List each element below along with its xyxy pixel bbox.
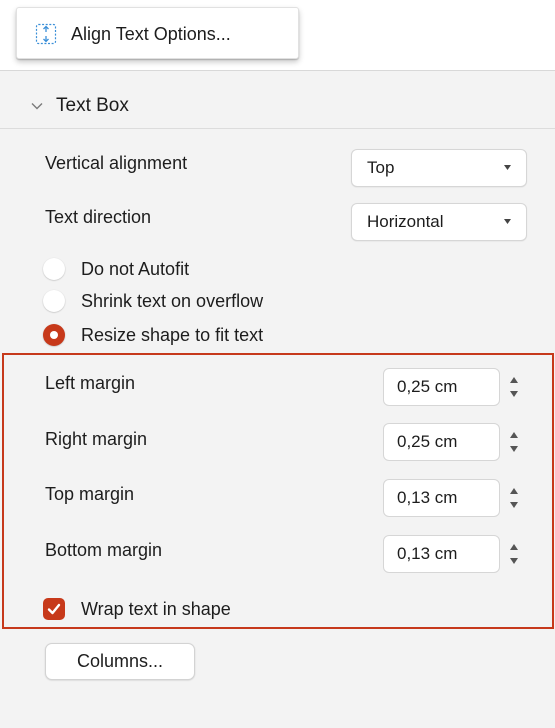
bottom-margin-value: 0,13 cm — [397, 544, 458, 563]
bottom-margin-label: Bottom margin — [45, 540, 163, 560]
radio-do-not-autofit[interactable]: Do not Autofit — [43, 255, 189, 283]
right-margin-stepper-icon[interactable] — [503, 423, 525, 461]
align-text-options-label: Align Text Options... — [71, 23, 231, 44]
checkmark-icon — [47, 603, 61, 615]
left-margin-value: 0,25 cm — [397, 377, 458, 396]
left-margin-label: Left margin — [45, 373, 136, 393]
section-title: Text Box — [56, 95, 129, 116]
left-margin-stepper-icon[interactable] — [503, 368, 525, 406]
right-margin-value: 0,25 cm — [397, 432, 458, 451]
radio-label: Resize shape to fit text — [81, 324, 264, 345]
text-direction-select[interactable]: Horizontal — [351, 203, 527, 241]
align-text-icon — [35, 23, 57, 45]
radio-resize-shape-to-fit-text[interactable]: Resize shape to fit text — [43, 321, 263, 349]
bottom-margin-stepper-icon[interactable] — [503, 535, 525, 573]
top-margin-stepper-icon[interactable] — [503, 479, 525, 517]
columns-button[interactable]: Columns... — [45, 643, 195, 680]
radio-label: Shrink text on overflow — [81, 290, 264, 311]
radio-shrink-text-on-overflow[interactable]: Shrink text on overflow — [43, 287, 263, 315]
right-margin-label: Right margin — [45, 429, 148, 449]
align-text-popup: Align Text Options... — [16, 7, 299, 59]
top-margin-label: Top margin — [45, 484, 135, 504]
dropdown-arrow-icon — [504, 219, 511, 224]
text-direction-value: Horizontal — [367, 212, 444, 231]
vertical-alignment-select[interactable]: Top — [351, 149, 527, 187]
wrap-text-label: Wrap text in shape — [81, 598, 231, 619]
format-shape-pane: Text Box Vertical alignment Top Text dir… — [0, 70, 555, 728]
vertical-alignment-label: Vertical alignment — [45, 153, 188, 173]
radio-button-selected[interactable] — [43, 324, 65, 346]
top-margin-value: 0,13 cm — [397, 488, 458, 507]
radio-button[interactable] — [43, 290, 65, 312]
left-margin-input[interactable]: 0,25 cm — [383, 368, 500, 406]
checkbox-checked[interactable] — [43, 598, 65, 620]
chevron-down-icon — [31, 103, 43, 110]
right-margin-input[interactable]: 0,25 cm — [383, 423, 500, 461]
bottom-margin-input[interactable]: 0,13 cm — [383, 535, 500, 573]
text-direction-label: Text direction — [45, 207, 152, 227]
align-text-options-menu-item[interactable]: Align Text Options... — [35, 20, 231, 48]
top-margin-input[interactable]: 0,13 cm — [383, 479, 500, 517]
radio-label: Do not Autofit — [81, 258, 190, 279]
wrap-text-in-shape-option[interactable]: Wrap text in shape — [43, 595, 231, 623]
radio-button[interactable] — [43, 258, 65, 280]
vertical-alignment-value: Top — [367, 158, 395, 177]
divider — [0, 128, 555, 129]
text-box-section-header[interactable]: Text Box — [0, 84, 555, 128]
dropdown-arrow-icon — [504, 165, 511, 170]
